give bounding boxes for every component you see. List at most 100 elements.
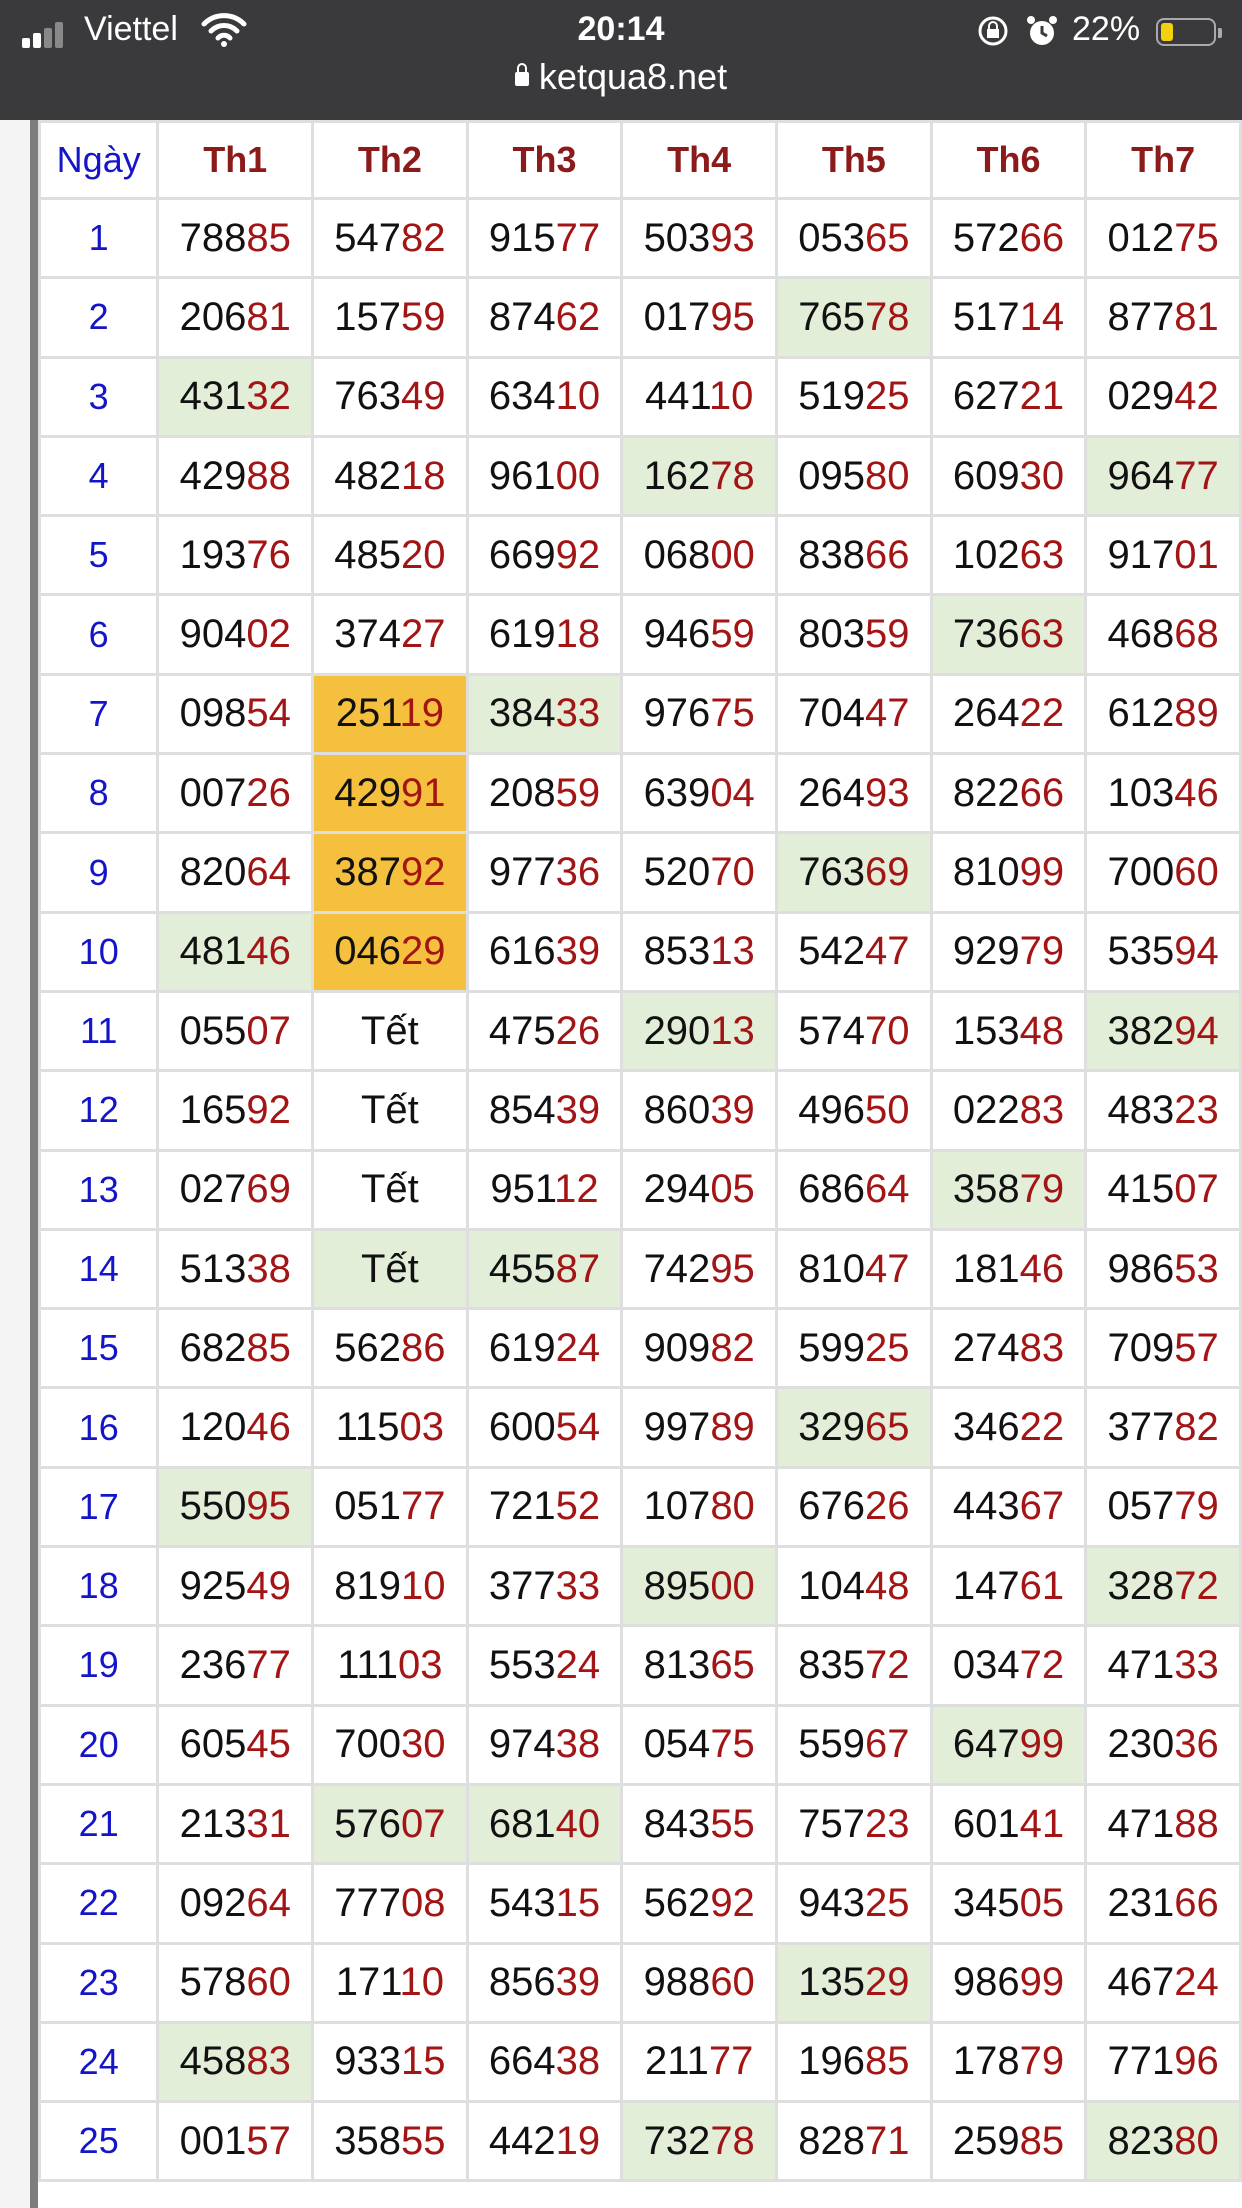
table-row: 12 16592 Tết 85439 86039 49650 02283 48323 <box>37 1069 1242 1152</box>
result-cell: 63904 <box>620 752 779 835</box>
number-tail: 54 <box>555 1405 601 1450</box>
number-head: 068 <box>643 532 711 577</box>
result-cell: 43132 <box>156 355 315 438</box>
number-tail: 66 <box>1019 215 1065 260</box>
number-tail: 85 <box>246 215 291 260</box>
number-head: 053 <box>798 215 865 260</box>
number-tail: 93 <box>864 770 910 815</box>
number-tail: 81 <box>1174 294 1219 339</box>
result-cell: Tết <box>311 1069 469 1152</box>
number-tail: 48 <box>864 1563 910 1608</box>
number-head: 153 <box>952 1008 1020 1053</box>
table-row: 22 09264 77708 54315 56292 94325 34505 23166 <box>37 1862 1242 1945</box>
number-head: 027 <box>179 1167 247 1212</box>
number-tail: 46 <box>1019 1246 1065 1291</box>
number-tail: 78 <box>710 453 755 498</box>
page-margin <box>0 120 31 2208</box>
number-head: 601 <box>952 1801 1020 1846</box>
result-cell: 14761 <box>929 1545 1088 1628</box>
result-cell: 52070 <box>620 831 779 914</box>
result-cell: 98860 <box>620 1941 779 2024</box>
number-tail: 96 <box>1174 2039 1219 2084</box>
number-tail: 14 <box>1019 294 1065 339</box>
number-tail: 64 <box>864 1167 910 1212</box>
result-cell: 32872 <box>1084 1545 1242 1628</box>
result-cell: 13529 <box>775 1941 933 2024</box>
result-cell: 32965 <box>775 1386 933 1469</box>
number-tail: 15 <box>555 1880 601 1925</box>
result-cell: 27483 <box>929 1307 1088 1390</box>
number-tail: 03 <box>398 1642 443 1687</box>
table-row: 7 09854 25119 38433 97675 70447 26422 61289 <box>37 672 1242 756</box>
result-cell: 72152 <box>465 1465 624 1549</box>
number-head: 377 <box>488 1563 556 1608</box>
number-head: 639 <box>643 770 711 815</box>
result-cell: 92549 <box>156 1545 315 1628</box>
number-tail: 80 <box>864 453 910 498</box>
result-cell: 19685 <box>775 2020 933 2104</box>
number-tail: 07 <box>401 1801 446 1846</box>
result-cell: 34505 <box>929 1862 1088 1945</box>
result-cell: 82064 <box>156 831 315 914</box>
result-cell: 26422 <box>929 672 1088 756</box>
number-head: 057 <box>1107 1484 1175 1529</box>
number-head: 429 <box>179 453 247 498</box>
address-bar[interactable]: ketqua8.net <box>0 56 1242 108</box>
number-tail: 25 <box>864 374 910 419</box>
battery-icon <box>1156 18 1222 46</box>
result-cell: 61918 <box>465 593 624 676</box>
number-head: 895 <box>643 1563 711 1608</box>
column-header-th1: Th1 <box>156 120 315 200</box>
result-cell: 48218 <box>311 434 469 518</box>
number-head: 098 <box>179 691 247 736</box>
number-head: 976 <box>643 691 711 736</box>
number-tail: 01 <box>1174 532 1219 577</box>
number-head: 813 <box>643 1642 711 1687</box>
number-tail: 67 <box>1019 1484 1065 1529</box>
number-tail: 59 <box>555 770 601 815</box>
number-head: 181 <box>952 1246 1020 1291</box>
result-cell: 11103 <box>311 1624 469 1707</box>
table-row: 25 00157 35855 44219 73278 82871 25985 82380 <box>37 2100 1242 2183</box>
number-tail: 85 <box>864 2039 910 2084</box>
number-tail: 82 <box>401 215 446 260</box>
number-tail: 39 <box>555 1960 601 2005</box>
result-cell: 60054 <box>465 1386 624 1469</box>
result-cell: 18146 <box>929 1227 1088 1311</box>
table-row: 3 43132 76349 63410 44110 51925 62721 02942 <box>37 355 1242 438</box>
rotation-lock-icon <box>978 16 1008 46</box>
result-cell: 94325 <box>775 1862 933 1945</box>
number-tail: 02 <box>246 612 291 657</box>
column-header-day: Ngày <box>37 120 160 200</box>
result-cell: 60141 <box>929 1782 1088 1866</box>
number-tail: 89 <box>710 1405 755 1450</box>
result-cell: 06800 <box>620 514 779 597</box>
number-tail: 05 <box>710 1167 755 1212</box>
result-cell: 51925 <box>775 355 933 438</box>
number-tail: 82 <box>1174 1405 1219 1450</box>
number-tail: 07 <box>1174 1167 1219 1212</box>
number-head: 455 <box>488 1246 556 1291</box>
result-cell: 29405 <box>620 1148 779 1231</box>
number-head: 721 <box>488 1484 556 1529</box>
number-tail: 75 <box>710 691 755 736</box>
number-head: 838 <box>798 532 865 577</box>
day-number: 6 <box>37 593 160 676</box>
column-header-th2: Th2 <box>311 120 469 200</box>
number-head: 854 <box>488 1087 556 1132</box>
number-head: 196 <box>798 2039 865 2084</box>
number-head: 230 <box>1107 1722 1175 1767</box>
number-head: 358 <box>952 1167 1020 1212</box>
number-head: 135 <box>798 1960 865 2005</box>
day-number: 8 <box>37 752 160 835</box>
number-head: 346 <box>952 1405 1020 1450</box>
table-row: 1 78885 54782 91577 50393 05365 57266 01275 <box>37 196 1242 280</box>
number-head: 485 <box>334 532 401 577</box>
number-tail: 95 <box>710 1246 755 1291</box>
result-cell: 20859 <box>465 752 624 835</box>
number-head: 111 <box>337 1642 399 1687</box>
number-head: 171 <box>335 1960 400 2005</box>
result-cell: 97736 <box>465 831 624 914</box>
number-tail: 94 <box>1174 929 1219 974</box>
result-cell: 16278 <box>620 434 779 518</box>
